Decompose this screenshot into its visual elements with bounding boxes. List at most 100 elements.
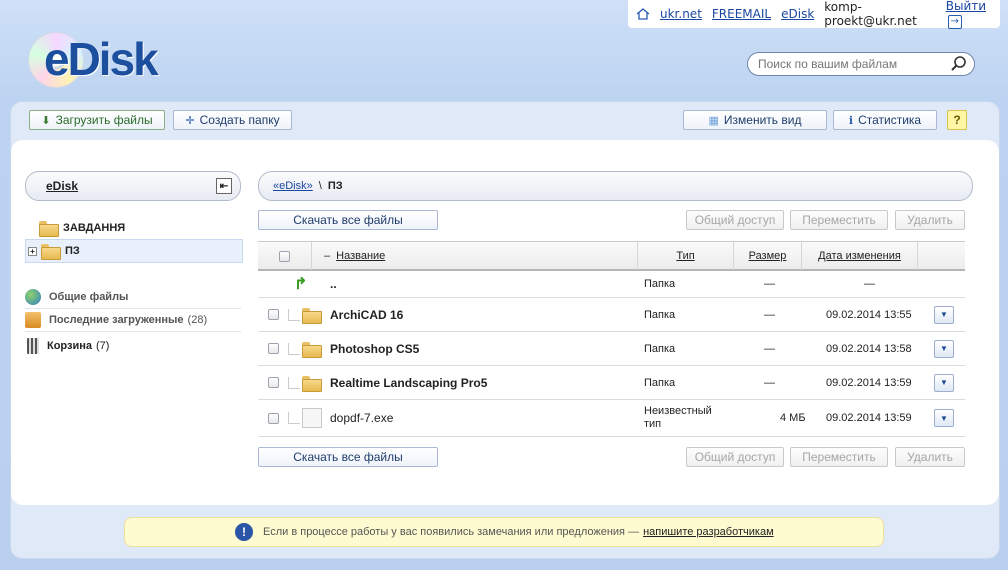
ukrnet-link[interactable]: ukr.net — [660, 7, 702, 21]
row-name[interactable]: Realtime Landscaping Pro5 — [330, 366, 487, 399]
select-all-cell — [258, 242, 312, 270]
tree-connector — [288, 308, 300, 321]
divider — [25, 331, 241, 332]
globe-icon — [25, 289, 41, 305]
trash-icon — [27, 338, 39, 354]
move-button[interactable]: Переместить — [790, 210, 888, 230]
row-size: — — [764, 376, 775, 389]
row-type: Папка — [644, 342, 676, 355]
download-all-button[interactable]: Скачать все файлы — [258, 210, 438, 230]
delete-button[interactable]: Удалить — [895, 447, 965, 467]
row-menu-button[interactable]: ▼ — [934, 373, 954, 392]
folder-icon — [39, 221, 59, 237]
info-icon: ℹ — [848, 114, 854, 127]
home-icon[interactable] — [636, 8, 650, 20]
statistics-button[interactable]: ℹ Статистика — [833, 110, 937, 130]
user-email: komp-proekt@ukr.net — [824, 0, 917, 28]
tree-connector — [288, 342, 300, 355]
exclamation-icon: ! — [235, 523, 253, 541]
breadcrumb-root[interactable]: «eDisk» — [273, 180, 313, 192]
table-header: – Название Тип Размер Дата изменения — [258, 241, 965, 271]
folder-icon — [302, 307, 322, 324]
breadcrumb: «eDisk» \ ПЗ — [258, 171, 973, 201]
sidebar-item-trash[interactable]: Корзина (7) — [25, 335, 243, 357]
edisk-logo[interactable]: eDisk — [28, 30, 168, 90]
table-row[interactable]: ArchiCAD 16 Папка — 09.02.2014 13:55 ▼ — [258, 298, 965, 332]
sidebar-item-shared[interactable]: Общие файлы — [25, 286, 243, 308]
row-menu-button[interactable]: ▼ — [934, 305, 954, 324]
logout-link[interactable]: Выйти→ — [946, 0, 994, 29]
table-row[interactable]: dopdf-7.exe Неизвестный тип 4 МБ 09.02.2… — [258, 400, 965, 437]
row-size: 4 МБ — [780, 412, 806, 424]
edisk-link[interactable]: eDisk — [781, 7, 814, 21]
row-date: 09.02.2014 13:58 — [826, 342, 912, 355]
file-icon — [302, 408, 322, 428]
write-developers-link[interactable]: напишите разработчикам — [643, 526, 774, 538]
name-header[interactable]: – Название — [312, 242, 638, 270]
folder-icon — [302, 375, 322, 392]
main-frame: ⬇ Загрузить файлы ✛ Создать папку ▦ Изме… — [10, 101, 1000, 559]
share-button[interactable]: Общий доступ — [686, 447, 784, 467]
download-all-button[interactable]: Скачать все файлы — [258, 447, 438, 467]
sidebar-item-recent[interactable]: Последние загруженные (28) — [25, 309, 243, 331]
folder-icon — [302, 341, 322, 358]
user-bar: ukr.net FREEMAIL eDisk komp-proekt@ukr.n… — [628, 0, 1000, 29]
sidebar-header[interactable]: eDisk ⇤ — [25, 171, 241, 201]
change-view-button[interactable]: ▦ Изменить вид — [683, 110, 827, 130]
date-header[interactable]: Дата изменения — [802, 242, 918, 270]
expand-icon[interactable]: + — [28, 246, 37, 256]
logo-text: eDisk — [44, 33, 159, 85]
row-size: — — [764, 342, 775, 355]
row-type: Папка — [644, 376, 676, 389]
row-menu-button[interactable]: ▼ — [934, 409, 954, 427]
row-size: — — [764, 308, 775, 321]
freemail-link[interactable]: FREEMAIL — [712, 7, 771, 21]
sidebar-title[interactable]: eDisk — [46, 179, 78, 193]
size-header[interactable]: Размер — [734, 242, 802, 270]
tree-connector — [288, 412, 300, 424]
grid-view-icon: ▦ — [708, 114, 719, 127]
create-folder-button[interactable]: ✛ Создать папку — [173, 110, 292, 130]
content-panel: eDisk ⇤ ЗАВДАННЯ + ПЗ Общие файлы Послед… — [11, 140, 999, 505]
search-icon[interactable] — [950, 55, 968, 73]
table-row[interactable]: Realtime Landscaping Pro5 Папка — 09.02.… — [258, 366, 965, 400]
exit-icon: → — [947, 14, 962, 29]
select-all-checkbox[interactable] — [279, 250, 290, 262]
row-checkbox[interactable] — [268, 309, 279, 320]
top-actions: Скачать все файлы Общий доступ Перемести… — [258, 210, 965, 230]
breadcrumb-current: ПЗ — [327, 180, 343, 192]
row-name[interactable]: Photoshop CS5 — [330, 332, 419, 365]
search-box — [747, 52, 975, 76]
move-button[interactable]: Переместить — [790, 447, 888, 467]
row-checkbox[interactable] — [268, 412, 279, 424]
table-row[interactable]: Photoshop CS5 Папка — 09.02.2014 13:58 ▼ — [258, 332, 965, 366]
table-row-up[interactable]: ↱ .. Папка — — — [258, 271, 965, 298]
type-header[interactable]: Тип — [638, 242, 734, 270]
upload-files-button[interactable]: ⬇ Загрузить файлы — [29, 110, 165, 130]
files-table: – Название Тип Размер Дата изменения ↱ .… — [258, 241, 965, 437]
folder-icon — [41, 244, 61, 260]
delete-button[interactable]: Удалить — [895, 210, 965, 230]
collapse-sidebar-icon[interactable]: ⇤ — [216, 178, 232, 194]
plus-icon: ✛ — [185, 114, 195, 127]
notice-text: Если в процессе работы у вас появились з… — [263, 526, 640, 538]
search-input[interactable] — [758, 57, 950, 71]
row-name[interactable]: ArchiCAD 16 — [330, 298, 403, 331]
sidebar-item-zavdannya[interactable]: ЗАВДАННЯ — [25, 216, 243, 240]
row-date: 09.02.2014 13:55 — [826, 308, 912, 321]
row-checkbox[interactable] — [268, 377, 279, 388]
download-arrow-icon: ⬇ — [41, 114, 51, 127]
help-button[interactable]: ? — [947, 110, 967, 130]
breadcrumb-separator: \ — [318, 180, 322, 192]
sidebar-item-pz[interactable]: + ПЗ — [25, 239, 243, 263]
recent-files-icon — [25, 312, 41, 328]
row-name[interactable]: dopdf-7.exe — [330, 400, 393, 436]
up-folder-icon: ↱ — [294, 276, 308, 293]
row-date: 09.02.2014 13:59 — [826, 376, 912, 389]
bottom-actions: Скачать все файлы Общий доступ Перемести… — [258, 447, 965, 467]
tree-connector — [288, 376, 300, 389]
share-button[interactable]: Общий доступ — [686, 210, 784, 230]
row-menu-button[interactable]: ▼ — [934, 339, 954, 358]
feedback-notice: ! Если в процессе работы у вас появились… — [124, 517, 884, 547]
row-checkbox[interactable] — [268, 343, 279, 354]
